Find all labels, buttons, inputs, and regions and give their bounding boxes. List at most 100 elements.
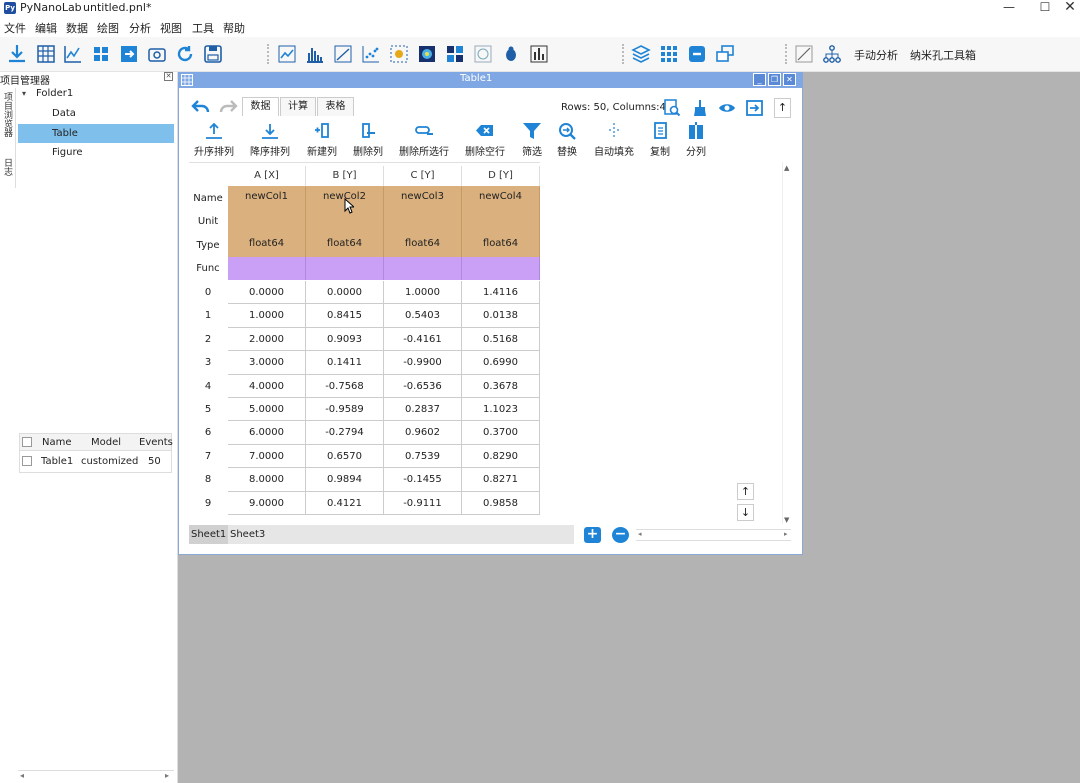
row-index[interactable]: 2 bbox=[189, 327, 227, 352]
scroll-top-button[interactable]: ↑ bbox=[774, 98, 791, 118]
select-all-checkbox[interactable] bbox=[22, 437, 32, 447]
row-name[interactable]: Table1 bbox=[41, 456, 73, 467]
func-cell[interactable] bbox=[462, 257, 540, 280]
table-cell[interactable]: 0.8290 bbox=[462, 444, 540, 469]
minus-square-icon[interactable] bbox=[686, 43, 708, 65]
delete-selected-rows-button[interactable]: 删除所选行 bbox=[397, 122, 451, 158]
chevron-down-icon[interactable]: ▾ bbox=[22, 89, 26, 98]
table-cell[interactable]: 6.0000 bbox=[228, 421, 306, 445]
table-cell[interactable]: 2.0000 bbox=[228, 327, 306, 352]
split-column-button[interactable]: 分列 bbox=[673, 122, 719, 158]
table-cell[interactable]: -0.9589 bbox=[306, 398, 384, 422]
table-cell[interactable]: 0.8415 bbox=[306, 304, 384, 328]
row-index[interactable]: 1 bbox=[189, 304, 227, 328]
toolbar-grip[interactable] bbox=[785, 44, 789, 64]
table-cell[interactable]: 9.0000 bbox=[228, 491, 306, 515]
window-minimize-button[interactable]: _ bbox=[753, 73, 766, 86]
table-cell[interactable]: 0.5168 bbox=[462, 327, 540, 352]
scatter-plot-icon[interactable] bbox=[360, 43, 382, 65]
nanopore-toolbox-button[interactable]: 纳米孔工具箱 bbox=[910, 47, 976, 63]
collapse-panel-icon[interactable] bbox=[746, 99, 764, 117]
grid-dots-icon[interactable] bbox=[658, 43, 680, 65]
table-cell[interactable]: -0.2794 bbox=[306, 421, 384, 445]
table-cell[interactable]: 0.0000 bbox=[306, 281, 384, 305]
table-cell[interactable]: 8.0000 bbox=[228, 468, 306, 492]
tab-project-browser[interactable]: 项目浏览器 bbox=[2, 92, 14, 137]
menu-tools[interactable]: 工具 bbox=[192, 20, 214, 36]
table-cell[interactable]: 0.0000 bbox=[228, 281, 306, 305]
menu-view[interactable]: 视图 bbox=[160, 20, 182, 36]
row-events[interactable]: 50 bbox=[148, 456, 161, 467]
line-plot-icon[interactable] bbox=[62, 43, 84, 65]
tree-item-figure[interactable]: Figure bbox=[18, 143, 174, 162]
auto-fill-button[interactable]: 自动填充 bbox=[591, 122, 637, 158]
tree-item-table[interactable]: Table bbox=[18, 124, 174, 143]
table-cell[interactable]: -0.9900 bbox=[384, 351, 462, 375]
bar-chart-icon[interactable] bbox=[528, 43, 550, 65]
table-cell[interactable]: 1.1023 bbox=[462, 398, 540, 422]
header-name[interactable]: Name bbox=[42, 437, 72, 448]
tab-table[interactable]: 表格 bbox=[317, 97, 354, 116]
hierarchy-icon[interactable] bbox=[821, 43, 843, 65]
meta-cell-name[interactable]: newCol4 bbox=[462, 187, 540, 210]
redo-icon[interactable] bbox=[218, 98, 238, 116]
row-index[interactable]: 6 bbox=[189, 421, 227, 445]
matrix-icon[interactable] bbox=[444, 43, 466, 65]
sort-ascending-button[interactable]: 升序排列 bbox=[191, 122, 237, 158]
column-header-a[interactable]: A [X] bbox=[228, 166, 306, 186]
brush-icon[interactable] bbox=[691, 99, 709, 117]
close-button[interactable]: ✕ bbox=[1050, 0, 1080, 17]
remove-sheet-button[interactable]: − bbox=[612, 527, 629, 543]
menu-file[interactable]: 文件 bbox=[4, 20, 26, 36]
meta-cell-type[interactable]: float64 bbox=[306, 234, 384, 257]
table-cell[interactable]: -0.4161 bbox=[384, 327, 462, 352]
scroll-up-icon[interactable]: ▲ bbox=[784, 164, 789, 172]
table-cell[interactable]: 1.0000 bbox=[384, 281, 462, 305]
heatmap-icon[interactable] bbox=[416, 43, 438, 65]
row-index[interactable]: 9 bbox=[189, 491, 227, 515]
table-cell[interactable]: 0.1411 bbox=[306, 351, 384, 375]
table-cell[interactable]: -0.9111 bbox=[384, 491, 462, 515]
table-cell[interactable]: 1.4116 bbox=[462, 281, 540, 305]
menu-analysis[interactable]: 分析 bbox=[129, 20, 151, 36]
camera-icon[interactable] bbox=[146, 43, 168, 65]
menu-plot[interactable]: 绘图 bbox=[97, 20, 119, 36]
tab-log[interactable]: 日志 bbox=[2, 158, 14, 176]
search-data-icon[interactable] bbox=[663, 99, 681, 117]
table-cell[interactable]: 7.0000 bbox=[228, 444, 306, 469]
new-column-button[interactable]: 新建列 bbox=[299, 122, 345, 158]
histogram-icon[interactable] bbox=[304, 43, 326, 65]
windows-icon[interactable] bbox=[714, 43, 736, 65]
row-index[interactable]: 7 bbox=[189, 444, 227, 469]
menu-data[interactable]: 数据 bbox=[66, 20, 88, 36]
eye-icon[interactable] bbox=[718, 99, 736, 117]
menu-help[interactable]: 帮助 bbox=[223, 20, 245, 36]
row-checkbox[interactable] bbox=[22, 456, 32, 466]
tree-folder[interactable]: Folder1 bbox=[36, 84, 166, 103]
scroll-down-button[interactable]: ↓ bbox=[737, 504, 754, 521]
scroll-right-icon[interactable]: ▸ bbox=[165, 771, 169, 780]
line-chart-icon[interactable] bbox=[276, 43, 298, 65]
row-index[interactable]: 0 bbox=[189, 281, 227, 305]
window-restore-button[interactable]: ❐ bbox=[768, 73, 781, 86]
toolbar-grip[interactable] bbox=[622, 44, 626, 64]
undo-icon[interactable] bbox=[191, 98, 211, 116]
bug-icon[interactable] bbox=[500, 43, 522, 65]
table-cell[interactable]: 0.6990 bbox=[462, 351, 540, 375]
table-icon[interactable] bbox=[35, 43, 57, 65]
layers-icon[interactable] bbox=[630, 43, 652, 65]
scroll-up-button[interactable]: ↑ bbox=[737, 483, 754, 500]
column-header-b[interactable]: B [Y] bbox=[306, 166, 384, 186]
table-cell[interactable]: 0.9093 bbox=[306, 327, 384, 352]
table-cell[interactable]: 0.6570 bbox=[306, 444, 384, 469]
tab-data[interactable]: 数据 bbox=[242, 97, 279, 116]
meta-cell-unit[interactable] bbox=[228, 210, 306, 234]
meta-cell-unit[interactable] bbox=[384, 210, 462, 234]
scroll-left-icon[interactable]: ◂ bbox=[20, 771, 24, 780]
replace-button[interactable]: 替换 bbox=[544, 122, 590, 158]
table-cell[interactable]: -0.6536 bbox=[384, 374, 462, 398]
row-index[interactable]: 5 bbox=[189, 398, 227, 422]
row-index[interactable]: 8 bbox=[189, 468, 227, 492]
table-cell[interactable]: 0.4121 bbox=[306, 491, 384, 515]
minimize-button[interactable]: — bbox=[989, 0, 1029, 17]
